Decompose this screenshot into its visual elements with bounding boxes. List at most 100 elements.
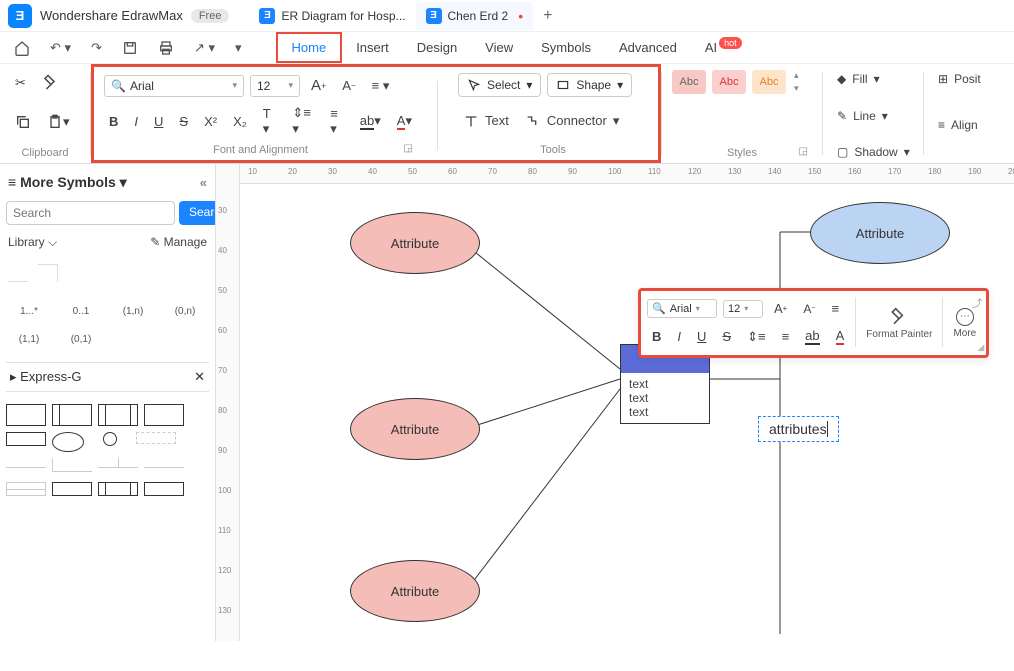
new-tab-button[interactable]: +: [533, 7, 562, 25]
shape-button[interactable]: Shape ▾: [547, 73, 632, 97]
align-button[interactable]: ≡ ▾: [367, 74, 395, 98]
decrease-font-button[interactable]: A−: [337, 74, 360, 97]
ft-underline[interactable]: U: [692, 325, 711, 348]
symbol-search-button[interactable]: Search: [179, 201, 216, 225]
shape-faint-3[interactable]: [52, 458, 92, 472]
select-button[interactable]: Select ▾: [458, 73, 541, 97]
bold-button[interactable]: B: [104, 110, 123, 133]
style-swatch-3[interactable]: Abc: [752, 70, 786, 94]
underline-button[interactable]: U: [149, 110, 168, 133]
shape-rect-3[interactable]: [98, 404, 138, 426]
fill-button[interactable]: ◆ Fill ▾: [833, 70, 913, 88]
shape-rect-5[interactable]: [6, 432, 46, 446]
shape-faint-6[interactable]: [6, 482, 46, 496]
shape-faint-2[interactable]: [6, 458, 46, 468]
menu-view[interactable]: View: [471, 34, 527, 61]
menu-ai[interactable]: AIhot: [691, 34, 756, 61]
menu-design[interactable]: Design: [403, 34, 471, 61]
strike-button[interactable]: S: [174, 110, 193, 133]
position-button[interactable]: ⊞ Posit: [934, 70, 974, 88]
more-qat-button[interactable]: ▾: [229, 36, 248, 60]
shape-faint-4[interactable]: [98, 458, 138, 476]
ft-font-color[interactable]: A: [831, 324, 850, 349]
attribute-node-1[interactable]: Attribute: [350, 212, 480, 274]
format-brush-button[interactable]: [37, 70, 65, 96]
font-dialog-launcher[interactable]: ◲: [404, 143, 413, 154]
share-button[interactable]: ↗ ▾: [188, 36, 221, 60]
align-shapes-button[interactable]: ≡ Align: [934, 116, 974, 134]
sym-card-1[interactable]: 0..1: [60, 302, 102, 320]
shape-rect-4[interactable]: [144, 404, 184, 426]
ft-highlight[interactable]: ab: [800, 324, 824, 349]
ft-bold[interactable]: B: [647, 325, 666, 348]
font-color-button[interactable]: A ▾: [392, 109, 417, 134]
ft-format-painter[interactable]: Format Painter: [862, 297, 936, 349]
sym-card-4[interactable]: (1,1): [8, 330, 50, 348]
connector-button[interactable]: Connector ▾: [520, 109, 625, 133]
sym-card-0[interactable]: 1...*: [8, 302, 50, 320]
shadow-button[interactable]: ▢ Shadow ▾: [833, 143, 913, 161]
style-scroll-down[interactable]: ▾: [794, 83, 799, 94]
tab-chen-erd[interactable]: Ǝ Chen Erd 2 •: [416, 2, 534, 30]
express-g-section[interactable]: ▸ Express-G ✕: [6, 362, 209, 392]
line-button[interactable]: ✎ Line ▾: [833, 107, 913, 125]
text-editing-box[interactable]: attributes: [758, 416, 839, 442]
close-section-icon[interactable]: ✕: [194, 369, 205, 385]
ft-decrease-font[interactable]: A−: [798, 298, 820, 320]
undo-button[interactable]: ↶ ▾: [44, 36, 77, 60]
ft-spacing[interactable]: ⇕≡: [742, 325, 770, 349]
menu-home[interactable]: Home: [276, 32, 343, 63]
home-button[interactable]: [8, 36, 36, 60]
ft-font-size[interactable]: 12 ▾: [723, 300, 763, 318]
font-family-input[interactable]: 🔍 Arial▾: [104, 75, 244, 97]
line-spacing-button[interactable]: ⇕≡ ▾: [287, 101, 319, 141]
ft-pin-icon[interactable]: ⤴: [972, 295, 982, 310]
shape-faint-5[interactable]: [144, 458, 184, 468]
shape-rect-8[interactable]: [144, 482, 184, 496]
ft-font-family[interactable]: 🔍 Arial ▾: [647, 299, 717, 318]
save-button[interactable]: [116, 36, 144, 60]
menu-insert[interactable]: Insert: [342, 34, 403, 61]
ft-align[interactable]: ≡: [826, 297, 844, 320]
shape-ellipse[interactable]: [52, 432, 84, 452]
sym-card-5[interactable]: (0,1): [60, 330, 102, 348]
styles-dialog-launcher[interactable]: ◲: [799, 146, 808, 157]
font-size-input[interactable]: 12▾: [250, 75, 300, 97]
ft-italic[interactable]: I: [672, 325, 686, 348]
attribute-node-4[interactable]: Attribute: [810, 202, 950, 264]
ft-bullets[interactable]: ≡: [777, 325, 795, 348]
collapse-panel-button[interactable]: «: [200, 175, 207, 190]
menu-advanced[interactable]: Advanced: [605, 34, 691, 61]
style-swatch-2[interactable]: Abc: [712, 70, 746, 94]
ft-resize-grip-icon[interactable]: ◢: [977, 342, 984, 353]
style-scroll-up[interactable]: ▴: [794, 70, 799, 81]
highlight-button[interactable]: ab ▾: [355, 109, 386, 134]
shape-rect-7[interactable]: [98, 482, 138, 496]
shape-circle[interactable]: [103, 432, 117, 446]
library-label[interactable]: Library ⌵: [8, 235, 57, 250]
case-button[interactable]: T ▾: [258, 102, 282, 141]
subscript-button[interactable]: X₂: [228, 110, 252, 133]
italic-button[interactable]: I: [129, 110, 143, 133]
shape-rect-2[interactable]: [52, 404, 92, 426]
increase-font-button[interactable]: A+: [306, 73, 331, 98]
superscript-button[interactable]: X²: [199, 110, 222, 133]
cut-button[interactable]: ✂: [10, 71, 31, 95]
sym-card-2[interactable]: (1,n): [112, 302, 154, 320]
copy-button[interactable]: [10, 110, 36, 134]
sym-faint-1[interactable]: [8, 264, 28, 282]
print-button[interactable]: [152, 36, 180, 60]
ft-strike[interactable]: S: [717, 325, 736, 348]
style-swatch-1[interactable]: Abc: [672, 70, 706, 94]
sym-card-3[interactable]: (0,n): [164, 302, 206, 320]
shape-rect-6[interactable]: [52, 482, 92, 496]
shape-rect-1[interactable]: [6, 404, 46, 426]
manage-button[interactable]: ✎ Manage: [150, 235, 207, 250]
attribute-node-2[interactable]: Attribute: [350, 398, 480, 460]
attribute-node-3[interactable]: Attribute: [350, 560, 480, 622]
redo-button[interactable]: ↷: [85, 36, 108, 60]
ft-increase-font[interactable]: A+: [769, 297, 792, 320]
paste-button[interactable]: ▾: [42, 110, 75, 134]
shape-faint-1[interactable]: [136, 432, 176, 444]
tab-er-diagram[interactable]: Ǝ ER Diagram for Hosp...: [249, 2, 415, 30]
